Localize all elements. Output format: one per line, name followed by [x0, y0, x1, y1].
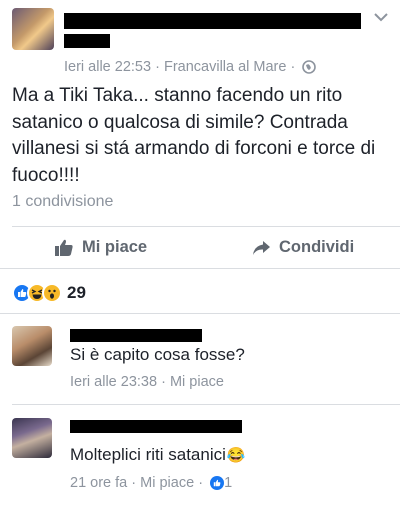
- thumbs-up-icon: [55, 239, 73, 256]
- comment-like-link[interactable]: Mi piace: [170, 374, 224, 390]
- redacted-commenter-name: [70, 420, 242, 433]
- author-avatar[interactable]: [12, 8, 54, 50]
- redacted-commenter-name: [70, 329, 202, 342]
- tears-of-joy-emoji: 😂: [226, 447, 246, 464]
- share-arrow-icon: [253, 240, 270, 255]
- comment-text: Molteplici riti satanici😂: [70, 445, 246, 464]
- commenter-avatar[interactable]: [12, 326, 52, 366]
- post-header: Ieri alle 22:53 · Francavilla al Mare ·: [0, 0, 400, 82]
- divider: [12, 226, 400, 227]
- post-meta: Ieri alle 22:53 · Francavilla al Mare ·: [64, 59, 317, 75]
- like-button[interactable]: Mi piace: [55, 238, 147, 257]
- divider: [0, 313, 400, 314]
- like-label: Mi piace: [82, 238, 148, 256]
- comment-text: Si è capito cosa fosse?: [70, 345, 245, 364]
- divider: [0, 268, 400, 269]
- wow-icon: [42, 283, 62, 303]
- post-location[interactable]: Francavilla al Mare: [164, 59, 287, 75]
- share-count[interactable]: 1 condivisione: [12, 193, 113, 211]
- reactions-summary[interactable]: 29: [12, 283, 86, 303]
- post-time[interactable]: Ieri alle 22:53: [64, 59, 151, 75]
- comment-time[interactable]: Ieri alle 23:38: [70, 374, 157, 390]
- redacted-author-name: [64, 13, 361, 29]
- comment-like-link[interactable]: Mi piace: [140, 475, 194, 491]
- comment-like-count[interactable]: 1: [224, 475, 232, 491]
- divider: [12, 404, 400, 405]
- globe-icon: [302, 60, 317, 74]
- share-button[interactable]: Condividi: [252, 238, 354, 257]
- reaction-count: 29: [67, 283, 86, 302]
- commenter-avatar[interactable]: [12, 418, 52, 458]
- chevron-down-icon[interactable]: [372, 10, 390, 24]
- redacted-author-name-2: [64, 34, 110, 48]
- like-icon: [210, 476, 225, 491]
- comment-time[interactable]: 21 ore fa: [70, 475, 127, 491]
- comment-meta: 21 ore fa · Mi piace · 1: [70, 475, 233, 491]
- post-text: Ma a Tiki Taka... stanno facendo un rito…: [12, 85, 376, 186]
- comment-meta: Ieri alle 23:38 · Mi piace: [70, 374, 224, 390]
- share-label: Condividi: [279, 238, 355, 256]
